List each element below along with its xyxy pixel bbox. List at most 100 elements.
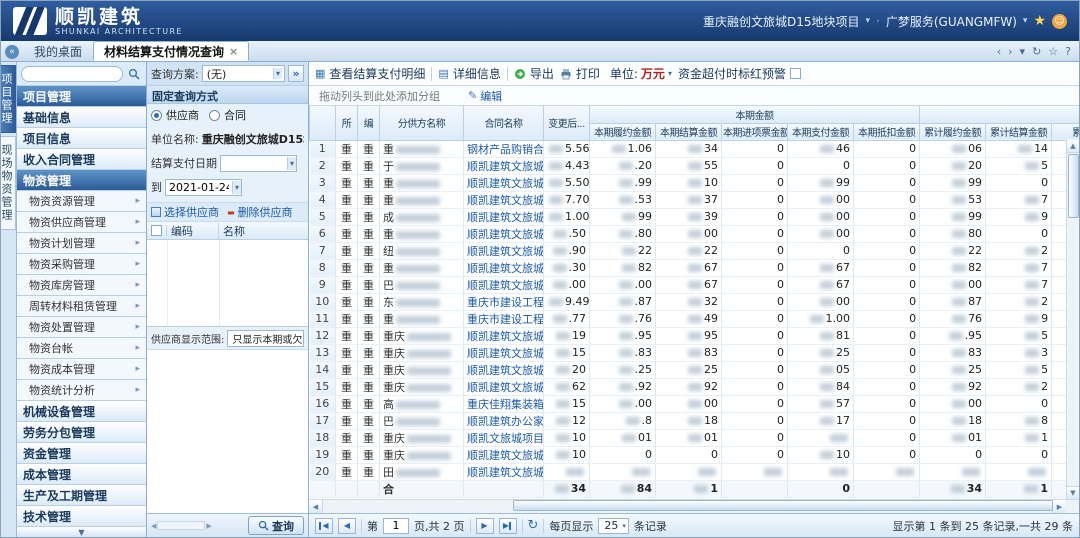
tab-list-icon[interactable]: ▾	[1020, 45, 1026, 58]
col-group-current-period[interactable]: 本期金额	[590, 106, 920, 123]
scrollbar-thumb[interactable]	[513, 500, 1053, 511]
table-row[interactable]: 17重重巴顺凯建筑办公家..12.8180170188	[310, 412, 1080, 429]
col-rownum[interactable]	[310, 106, 336, 140]
cell-contract[interactable]: 顺凯建筑文旅城..	[464, 463, 544, 480]
module-tab-project-mgmt[interactable]: 项目管理	[1, 65, 16, 133]
scroll-track[interactable]	[157, 521, 205, 530]
cell-contract[interactable]: 顺凯建筑文旅城..	[464, 225, 544, 242]
contract-link[interactable]: 重庆市建设工程..	[467, 296, 544, 309]
sidebar-item-17[interactable]: 资金管理	[17, 443, 146, 464]
user-avatar-icon[interactable]: ☺	[1052, 14, 1067, 29]
cell-contract[interactable]: 顺凯建筑文旅城..	[464, 276, 544, 293]
mini-table-body[interactable]	[147, 240, 308, 326]
prev-page-button[interactable]: ◀	[338, 518, 356, 534]
last-page-button[interactable]: ▶	[499, 518, 517, 534]
project-selector[interactable]: 重庆融创文旅城D15地块项目	[703, 13, 860, 30]
scroll-down-icon[interactable]: ▼	[1067, 486, 1080, 499]
select-supplier-link[interactable]: 选择供应商	[151, 204, 219, 220]
sidebar-item-10[interactable]: 周转材料租赁管理▸	[17, 296, 146, 317]
col-current-input-invoice[interactable]: 本期进项票金额	[722, 123, 788, 140]
per-page-select[interactable]: 25 ▾	[598, 518, 629, 534]
cell-contract[interactable]: 顺凯建筑文旅城..	[464, 242, 544, 259]
scroll-up-icon[interactable]: ▲	[1067, 140, 1080, 153]
radio-supplier[interactable]: 供应商	[151, 107, 199, 123]
contract-link[interactable]: 顺凯文旅城项目..	[467, 432, 544, 445]
sidebar-search-input[interactable]	[21, 66, 123, 82]
module-tab-site-material-mgmt[interactable]: 现场物资管理	[1, 136, 16, 230]
query-search-button[interactable]: 查询	[248, 516, 304, 535]
cell-contract[interactable]: 顺凯建筑文旅城..	[464, 191, 544, 208]
favorite-star-icon[interactable]: ★	[1033, 13, 1046, 29]
scroll-right-icon[interactable]: ▶	[1052, 500, 1066, 513]
scheme-select[interactable]: (无) ▾	[202, 65, 285, 82]
page-number-input[interactable]	[383, 518, 409, 534]
table-row[interactable]: 19重重重庆顺凯建筑文旅城..1000010000	[310, 446, 1080, 463]
contract-link[interactable]: 顺凯建筑文旅城..	[467, 177, 544, 190]
favorite-icon[interactable]: ☆	[1048, 45, 1058, 58]
cell-contract[interactable]: 顺凯建筑文旅城..	[464, 208, 544, 225]
col-current-payment[interactable]: 本期支付金额	[788, 123, 854, 140]
cell-contract[interactable]: 重庆市建设工程..	[464, 310, 544, 327]
remove-supplier-link[interactable]: ▬ 删除供应商	[227, 204, 293, 220]
table-row[interactable]: 9重重巴顺凯建筑文旅城...00.00670670007	[310, 276, 1080, 293]
refresh-icon[interactable]: ↻	[528, 518, 539, 533]
cell-contract[interactable]: 顺凯建筑文旅城..	[464, 446, 544, 463]
collapse-sidebar-icon[interactable]: «	[5, 45, 19, 59]
contract-link[interactable]: 顺凯建筑文旅城..	[467, 211, 544, 224]
tab-my-desktop[interactable]: 我的桌面	[23, 41, 93, 61]
contract-link[interactable]: 重庆市建设工程..	[467, 313, 544, 326]
sidebar-item-15[interactable]: 机械设备管理	[17, 401, 146, 422]
sidebar-item-12[interactable]: 物资台帐▸	[17, 338, 146, 359]
sidebar-item-5[interactable]: 物资资源管理▸	[17, 191, 146, 212]
col-cumulative-settlement[interactable]: 累计结算金额	[986, 123, 1052, 140]
next-page-button[interactable]: ▶	[476, 518, 494, 534]
table-row[interactable]: 15重重重庆顺凯建筑文旅城..62.92920840922	[310, 378, 1080, 395]
table-row[interactable]: 8重重重顺凯建筑文旅城...3082670670827	[310, 259, 1080, 276]
tab-material-settlement-query[interactable]: 材料结算支付情况查询 ×	[93, 41, 249, 61]
cell-contract[interactable]: 重庆佳翔集装箱..	[464, 395, 544, 412]
scroll-left-icon[interactable]: ◀	[309, 500, 323, 513]
sidebar-item-16[interactable]: 劳务分包管理	[17, 422, 146, 443]
contract-link[interactable]: 钢材产品购销合同	[467, 143, 544, 156]
sidebar-item-6[interactable]: 物资供应商管理▸	[17, 212, 146, 233]
scroll-track[interactable]	[323, 500, 1052, 513]
sidebar-item-2[interactable]: 项目信息	[17, 128, 146, 149]
print-button[interactable]: 打印	[560, 65, 600, 82]
table-row[interactable]: 4重重重顺凯建筑文旅城..7.70.53370000537	[310, 191, 1080, 208]
refresh-icon[interactable]: ↻	[1032, 45, 1041, 58]
unit-selector[interactable]: 单位: 万元 ▾	[610, 65, 672, 82]
sidebar-item-8[interactable]: 物资采购管理▸	[17, 254, 146, 275]
col-org[interactable]: 所	[336, 106, 358, 140]
table-row[interactable]: 11重重重重庆市建设工程...77.764901.000769	[310, 310, 1080, 327]
col-cumulative-performance[interactable]: 累计履约金额	[920, 123, 986, 140]
edit-columns-link[interactable]: ✎ 编辑	[468, 88, 502, 104]
cell-contract[interactable]: 钢材产品购销合同	[464, 140, 544, 157]
table-row[interactable]: 14重重重庆顺凯建筑文旅城..20.25250050255	[310, 361, 1080, 378]
contract-link[interactable]: 顺凯建筑办公家..	[467, 415, 544, 428]
sidebar-item-11[interactable]: 物资处置管理▸	[17, 317, 146, 338]
contract-link[interactable]: 顺凯建筑文旅城..	[467, 245, 544, 258]
chevron-down-icon[interactable]: ▾	[865, 16, 870, 26]
contract-link[interactable]: 顺凯建筑文旅城..	[467, 194, 544, 207]
table-row[interactable]: 13重重重庆顺凯建筑文旅城..15.83830250833	[310, 344, 1080, 361]
help-icon[interactable]: ?	[1065, 45, 1071, 58]
radio-contract[interactable]: 合同	[209, 107, 246, 123]
detail-info-button[interactable]: ▤ 详细信息	[438, 65, 500, 82]
cell-contract[interactable]: 顺凯建筑文旅城..	[464, 327, 544, 344]
panel-hscrollbar[interactable]: ◀ ▶	[151, 521, 212, 530]
range-select[interactable]: 只显示本期或欠付有值	[227, 330, 304, 347]
horizontal-scrollbar[interactable]: ◀ ▶	[309, 499, 1079, 513]
cell-contract[interactable]: 顺凯建筑文旅城..	[464, 344, 544, 361]
table-row[interactable]: 18重重重庆顺凯文旅城项目..10010100011	[310, 429, 1080, 446]
close-icon[interactable]: ×	[229, 45, 238, 58]
sidebar-item-4[interactable]: 物资管理	[17, 170, 146, 191]
sidebar-item-7[interactable]: 物资计划管理▸	[17, 233, 146, 254]
table-row[interactable]: 3重重重顺凯建筑文旅城..5.50.99100990990	[310, 174, 1080, 191]
settle-date-to[interactable]: ▾	[165, 179, 242, 196]
group-by-row[interactable]: 拖动列头到此处添加分组 ✎ 编辑	[309, 86, 1079, 106]
contract-link[interactable]: 顺凯建筑文旅城..	[467, 466, 544, 479]
cell-contract[interactable]: 顺凯建筑文旅城..	[464, 378, 544, 395]
settle-date-from[interactable]: ▾	[220, 155, 297, 172]
search-icon[interactable]	[126, 66, 142, 82]
scroll-more-icon[interactable]: ▼	[17, 526, 146, 537]
